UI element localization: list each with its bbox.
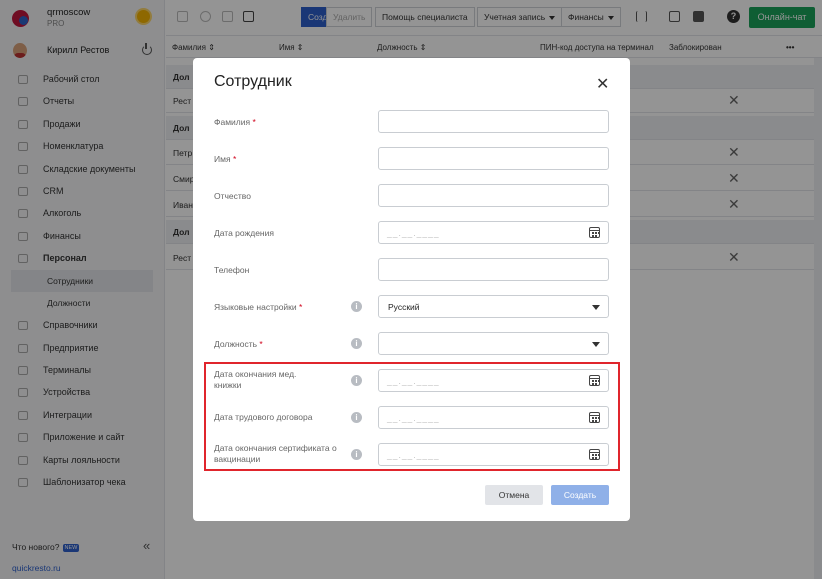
dialog-title: Сотрудник [214,73,292,90]
language-value: Русский [388,302,420,312]
info-icon[interactable]: i [351,412,362,423]
required-mark: * [232,154,237,164]
first-name-field[interactable] [378,147,609,170]
label-text: Должность [214,339,258,349]
cancel-button[interactable]: Отмена [485,485,543,505]
close-icon[interactable]: ✕ [596,74,609,94]
language-label: Языковые настройки * [214,302,334,313]
info-icon[interactable]: i [351,338,362,349]
date-placeholder: __.__.____ [387,413,440,423]
date-placeholder: __.__.____ [387,228,440,238]
calendar-icon[interactable] [589,375,600,386]
last-name-field[interactable] [378,110,609,133]
language-select[interactable]: Русский [378,295,609,318]
chevron-down-icon [592,342,600,347]
calendar-icon[interactable] [589,412,600,423]
info-icon[interactable]: i [351,301,362,312]
label-text: Имя [214,154,231,164]
info-icon[interactable]: i [351,449,362,460]
position-label: Должность * [214,339,334,350]
date-placeholder: __.__.____ [387,450,440,460]
label-text: Фамилия [214,117,251,127]
submit-create-button[interactable]: Создать [551,485,609,505]
phone-field[interactable] [378,258,609,281]
med-book-date-field[interactable]: __.__.____ [378,369,609,392]
vaccine-label: Дата окончания сертификата о вакцинации [214,443,337,464]
label-text: Языковые настройки [214,302,297,312]
calendar-icon[interactable] [589,227,600,238]
patronymic-field[interactable] [378,184,609,207]
required-mark: * [252,117,256,127]
info-icon[interactable]: i [351,375,362,386]
calendar-icon[interactable] [589,449,600,460]
contract-label: Дата трудового договора [214,412,313,422]
contract-date-field[interactable]: __.__.____ [378,406,609,429]
employee-dialog: Сотрудник ✕ Фамилия * Имя * Отчество Дат… [193,58,630,521]
birth-date-label: Дата рождения [214,228,274,238]
last-name-label: Фамилия * [214,117,334,128]
required-mark: * [299,302,303,312]
first-name-label: Имя * [214,154,334,165]
patronymic-label: Отчество [214,191,251,201]
date-placeholder: __.__.____ [387,376,440,386]
birth-date-field[interactable]: __.__.____ [378,221,609,244]
position-select[interactable] [378,332,609,355]
chevron-down-icon [592,305,600,310]
vaccine-date-field[interactable]: __.__.____ [378,443,609,466]
required-mark: * [259,339,263,349]
phone-label: Телефон [214,265,250,275]
med-book-label: Дата окончания мед. книжки [214,369,297,390]
